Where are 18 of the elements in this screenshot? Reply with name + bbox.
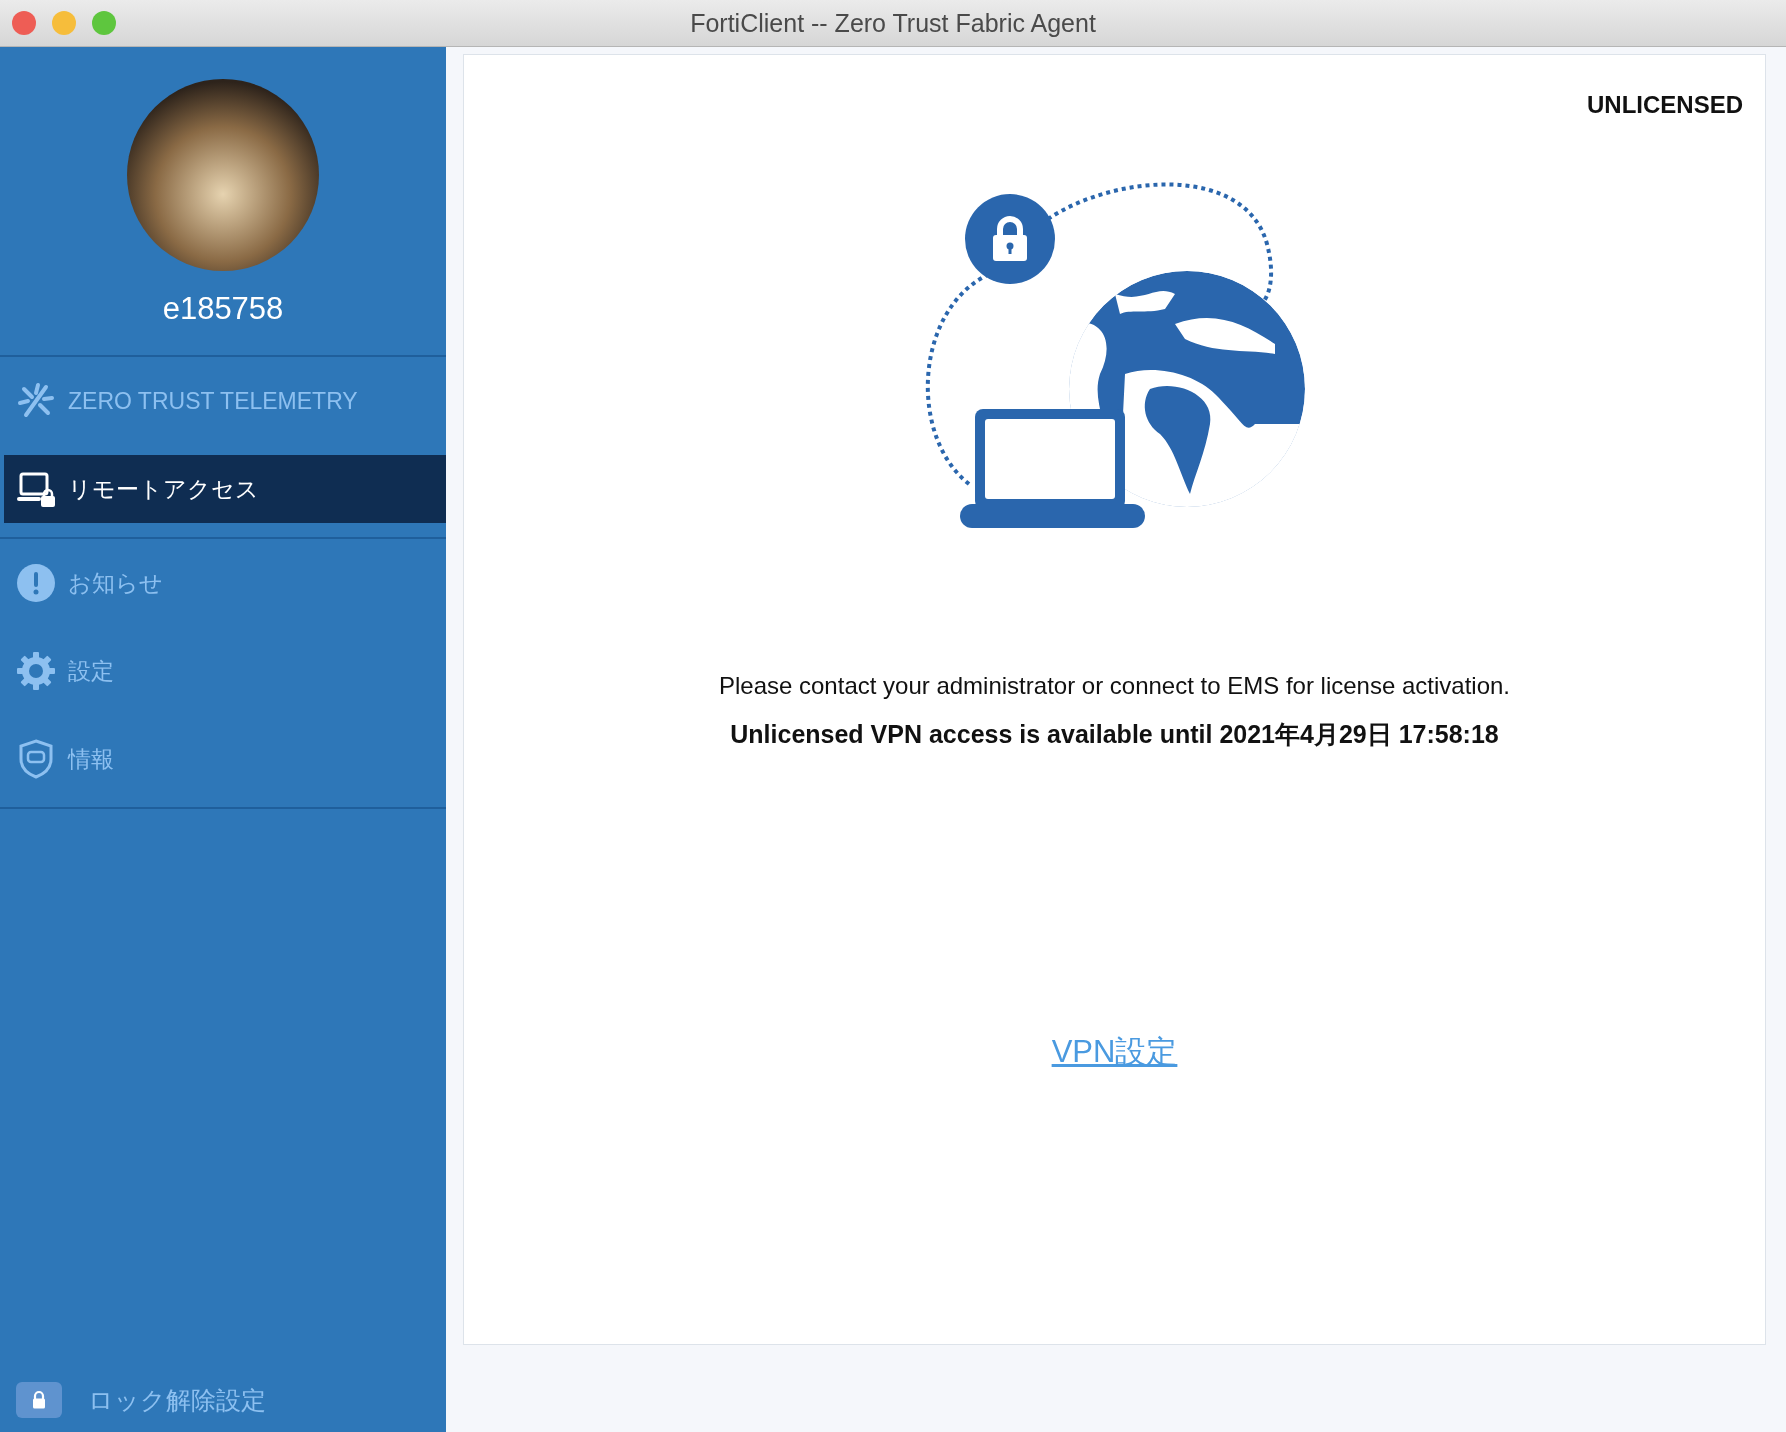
username: e185758 <box>162 291 284 327</box>
alert-icon <box>16 563 56 603</box>
close-button[interactable] <box>12 11 36 35</box>
sidebar-item[interactable]: お知らせ <box>4 549 446 617</box>
vpn-settings-link[interactable]: VPN設定 <box>1051 1031 1178 1073</box>
sidebar-item[interactable]: 情報 <box>4 725 446 793</box>
settings-icon <box>16 651 56 691</box>
sidebar-item[interactable]: ZERO TRUST TELEMETRY <box>4 367 446 435</box>
minimize-button[interactable] <box>52 11 76 35</box>
zoom-button[interactable] <box>92 11 116 35</box>
window-title: FortiClient -- Zero Trust Fabric Agent <box>690 8 1096 38</box>
vpn-access-notice: Unlicensed VPN access is available until 2021年4月29日 17:58:18 <box>730 719 1499 750</box>
unlock-settings-label[interactable]: ロック解除設定 <box>88 1383 266 1417</box>
lock-button[interactable] <box>16 1382 62 1418</box>
sidebar-item[interactable]: 設定 <box>4 637 446 705</box>
license-status: UNLICENSED <box>1587 91 1743 119</box>
license-message: Please contact your administrator or connect to EMS for license activation. <box>718 672 1510 700</box>
sidebar-item[interactable]: リモートアクセス <box>4 455 446 523</box>
